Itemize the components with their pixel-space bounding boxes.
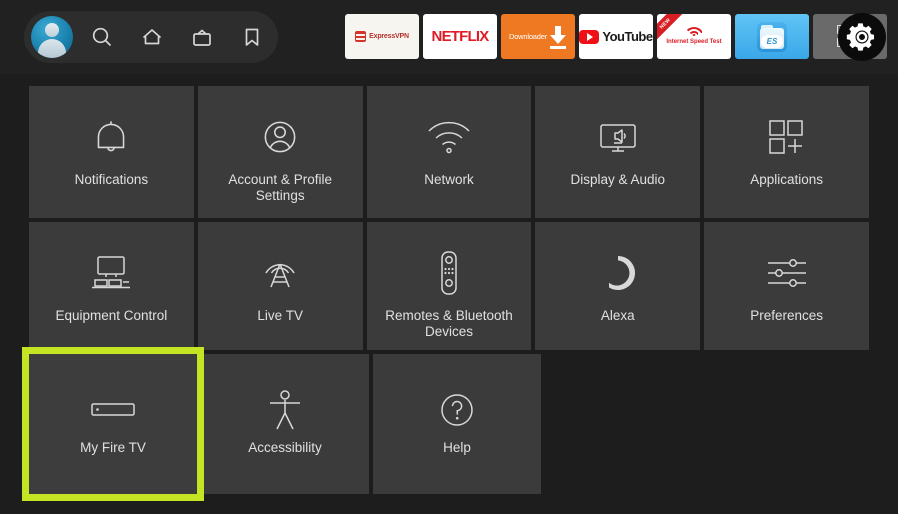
home-icon[interactable]: [128, 13, 176, 61]
tile-label: Live TV: [257, 308, 303, 323]
remote-control-icon: [434, 242, 464, 304]
expressvpn-mark-icon: [355, 31, 367, 42]
tv-speaker-icon: [594, 106, 642, 168]
youtube-play-icon: [579, 29, 600, 44]
bookmark-icon[interactable]: [228, 13, 276, 61]
settings-tile-equipment-control[interactable]: Equipment Control: [29, 222, 194, 350]
top-navigation-bar: ExpressVPN NETFLIX Downloader YouTube NE…: [0, 0, 898, 74]
fire-tv-settings-screen: ExpressVPN NETFLIX Downloader YouTube NE…: [0, 0, 898, 514]
wifi-icon: [425, 106, 473, 168]
tile-label: My Fire TV: [80, 440, 146, 455]
tile-label: Applications: [750, 172, 823, 187]
settings-tile-help[interactable]: Help: [373, 354, 541, 494]
sliders-glyph: [767, 259, 806, 287]
es-file-explorer-icon: ES: [757, 21, 787, 52]
live-tv-icon[interactable]: [178, 13, 226, 61]
apps-grid-glyph: [768, 120, 803, 154]
settings-row-3: My Fire TV Accessibility Help: [22, 347, 869, 501]
question-circle-glyph: [441, 394, 473, 426]
alexa-ring-icon: [596, 242, 640, 304]
settings-tile-applications[interactable]: Applications: [704, 86, 869, 218]
bell-glyph: [98, 121, 125, 152]
avatar: [31, 16, 73, 58]
avatar-head: [45, 23, 59, 37]
settings-tile-alexa[interactable]: Alexa: [535, 222, 701, 350]
settings-tile-live-tv[interactable]: Live TV: [197, 222, 363, 350]
download-arrow-icon: [549, 24, 567, 50]
tile-label: Display & Audio: [570, 172, 666, 187]
tv-speaker-glyph: [600, 124, 636, 152]
settings-tile-notifications[interactable]: Notifications: [29, 86, 194, 218]
tile-label: Accessibility: [248, 440, 322, 455]
expressvpn-label: ExpressVPN: [369, 33, 409, 40]
settings-tile-remotes-bluetooth-devices[interactable]: Remotes & Bluetooth Devices: [366, 222, 532, 350]
app-tile-downloader[interactable]: Downloader: [501, 14, 575, 59]
tile-label: Network: [424, 172, 474, 187]
tile-label: Account & Profile Settings: [228, 172, 332, 203]
settings-row-1: Notifications Account & Profile Settings: [29, 86, 869, 218]
settings-tile-accessibility[interactable]: Accessibility: [201, 354, 369, 494]
expressvpn-logo: ExpressVPN: [355, 31, 409, 42]
app-shortcut-row: ExpressVPN NETFLIX Downloader YouTube NE…: [345, 14, 887, 59]
settings-tile-display-audio[interactable]: Display & Audio: [535, 86, 701, 218]
app-tile-youtube[interactable]: YouTube: [579, 14, 653, 59]
tile-label: Remotes & Bluetooth Devices: [385, 308, 513, 339]
avatar-body: [38, 39, 66, 58]
downloader-logo: Downloader: [505, 24, 571, 50]
person-circle-glyph: [264, 121, 296, 153]
fire-tv-stick-icon: [89, 384, 137, 436]
tile-label: Alexa: [600, 308, 635, 323]
gear-icon: [846, 23, 875, 51]
app-tile-internet-speed-test[interactable]: NEW Internet Speed Test: [657, 14, 731, 59]
es-label: ES: [766, 36, 778, 46]
settings-tile-preferences[interactable]: Preferences: [704, 222, 869, 350]
wifi-glyph: [428, 121, 470, 154]
tile-label: Equipment Control: [55, 308, 168, 323]
settings-tile-account-profile-settings[interactable]: Account & Profile Settings: [197, 86, 363, 218]
youtube-logo: YouTube: [579, 29, 653, 44]
speedtest-logo: Internet Speed Test: [666, 27, 722, 46]
settings-row-2: Equipment Control Live TV Remotes & Blue…: [29, 222, 869, 350]
wifi-arc-icon: [683, 27, 705, 38]
remote-control-glyph: [441, 251, 457, 295]
profile-avatar[interactable]: [28, 13, 76, 61]
app-tile-netflix[interactable]: NETFLIX: [423, 14, 497, 59]
alexa-ring-glyph: [608, 255, 635, 290]
app-tile-es-file-explorer[interactable]: ES: [735, 14, 809, 59]
question-circle-icon: [435, 384, 479, 436]
tv-equipment-glyph: [92, 256, 131, 289]
sliders-icon: [762, 242, 812, 304]
fire-tv-stick-glyph: [91, 403, 135, 416]
apps-grid-icon: [764, 106, 810, 168]
tile-label: Preferences: [750, 308, 823, 323]
broadcast-tower-icon: [257, 242, 303, 304]
tile-label: Notifications: [74, 172, 149, 187]
search-glyph: [92, 27, 112, 47]
nav-pill: [24, 11, 278, 63]
tile-label: Help: [443, 440, 471, 455]
settings-gear-button[interactable]: [838, 13, 886, 61]
app-tile-expressvpn[interactable]: ExpressVPN: [345, 14, 419, 59]
accessibility-person-icon: [264, 384, 306, 436]
broadcast-tower-glyph: [265, 263, 295, 288]
bell-icon: [88, 106, 134, 168]
accessibility-person-glyph: [270, 390, 300, 430]
youtube-label: YouTube: [602, 29, 653, 44]
settings-grid: Notifications Account & Profile Settings: [22, 86, 869, 501]
settings-tile-my-fire-tv[interactable]: My Fire TV: [22, 347, 204, 501]
downloader-label: Downloader: [508, 32, 548, 41]
home-glyph: [142, 29, 162, 45]
bookmark-glyph: [245, 28, 259, 46]
netflix-label: NETFLIX: [431, 28, 490, 45]
speedtest-label: Internet Speed Test: [666, 39, 722, 45]
person-circle-icon: [257, 106, 303, 168]
settings-tile-network[interactable]: Network: [366, 86, 532, 218]
search-icon[interactable]: [78, 13, 126, 61]
live-tv-glyph: [193, 29, 211, 46]
tv-equipment-icon: [86, 242, 136, 304]
